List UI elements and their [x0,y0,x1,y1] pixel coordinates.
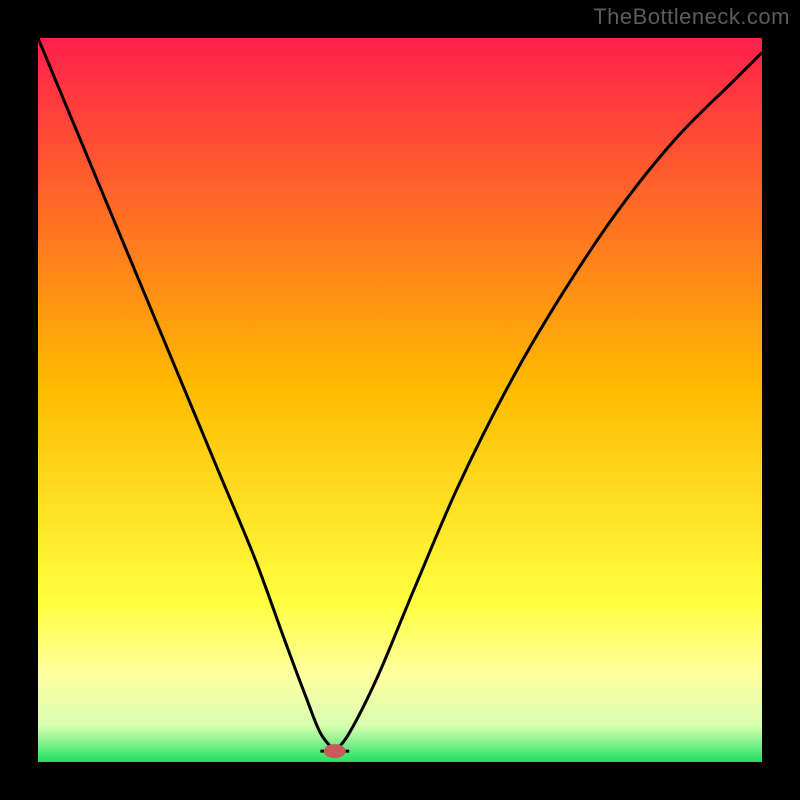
plot-background [38,38,762,762]
optimal-point-marker [324,744,346,758]
watermark-text: TheBottleneck.com [593,4,790,30]
bottleneck-chart [38,38,762,762]
